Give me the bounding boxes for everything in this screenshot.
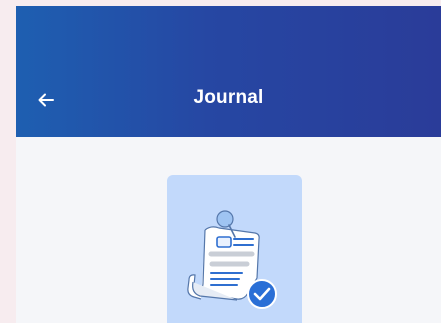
journal-document-check-icon	[187, 210, 277, 309]
journal-screen: Journal	[16, 6, 441, 323]
page-title: Journal	[193, 87, 264, 108]
illustration-card	[167, 175, 302, 323]
app-bar: Journal	[16, 6, 441, 137]
